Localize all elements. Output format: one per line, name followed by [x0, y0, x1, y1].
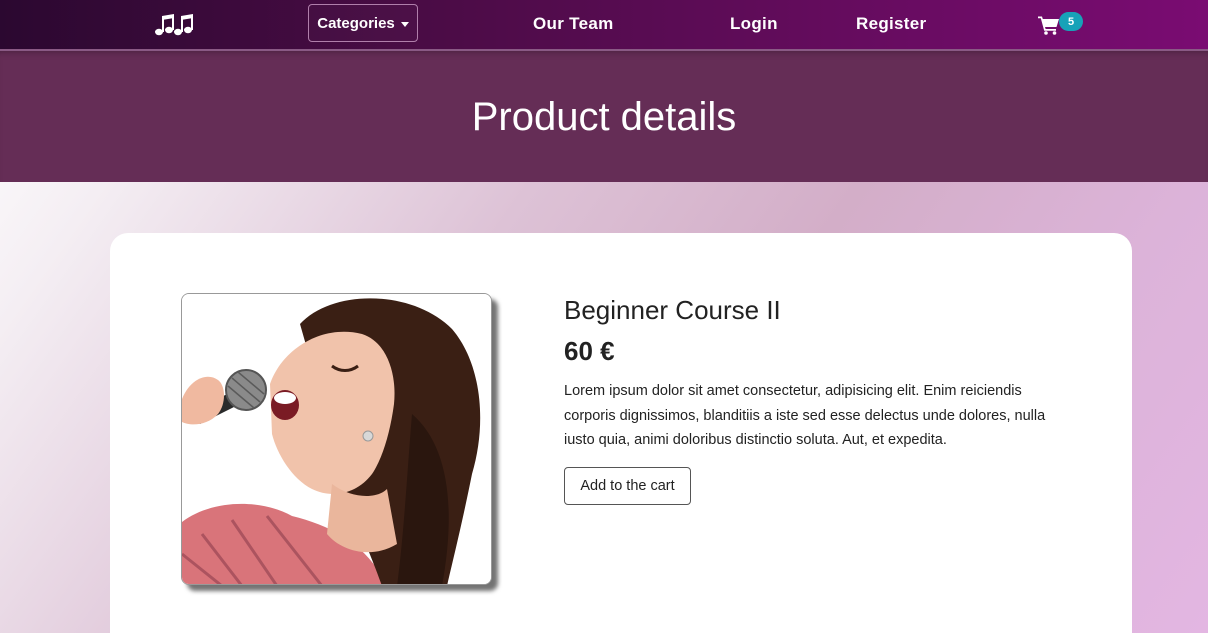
shopping-cart-icon	[1038, 16, 1059, 35]
cart-count-badge: 5	[1059, 12, 1083, 31]
page-title: Product details	[471, 95, 737, 139]
categories-label: Categories	[317, 14, 395, 32]
music-notes-icon[interactable]	[154, 11, 194, 39]
product-title: Beginner Course II	[564, 295, 781, 325]
caret-down-icon	[400, 21, 409, 27]
categories-dropdown-button[interactable]: Categories	[308, 4, 418, 42]
product-info: Beginner Course II 60 € Lorem ipsum dolo…	[564, 293, 1064, 505]
nav-link-register[interactable]: Register	[856, 14, 926, 34]
page-header: Product details	[0, 51, 1208, 182]
cart-button[interactable]: 5	[1038, 12, 1083, 35]
add-to-cart-button[interactable]: Add to the cart	[564, 466, 691, 505]
navbar: Categories Our Team Login Register 5	[0, 0, 1208, 51]
product-card: Beginner Course II 60 € Lorem ipsum dolo…	[110, 233, 1132, 633]
product-description: Lorem ipsum dolor sit amet consectetur, …	[564, 383, 1046, 448]
nav-link-our-team[interactable]: Our Team	[533, 14, 614, 34]
product-price: 60 €	[564, 336, 615, 366]
nav-link-login[interactable]: Login	[730, 14, 778, 34]
product-image	[181, 293, 492, 585]
